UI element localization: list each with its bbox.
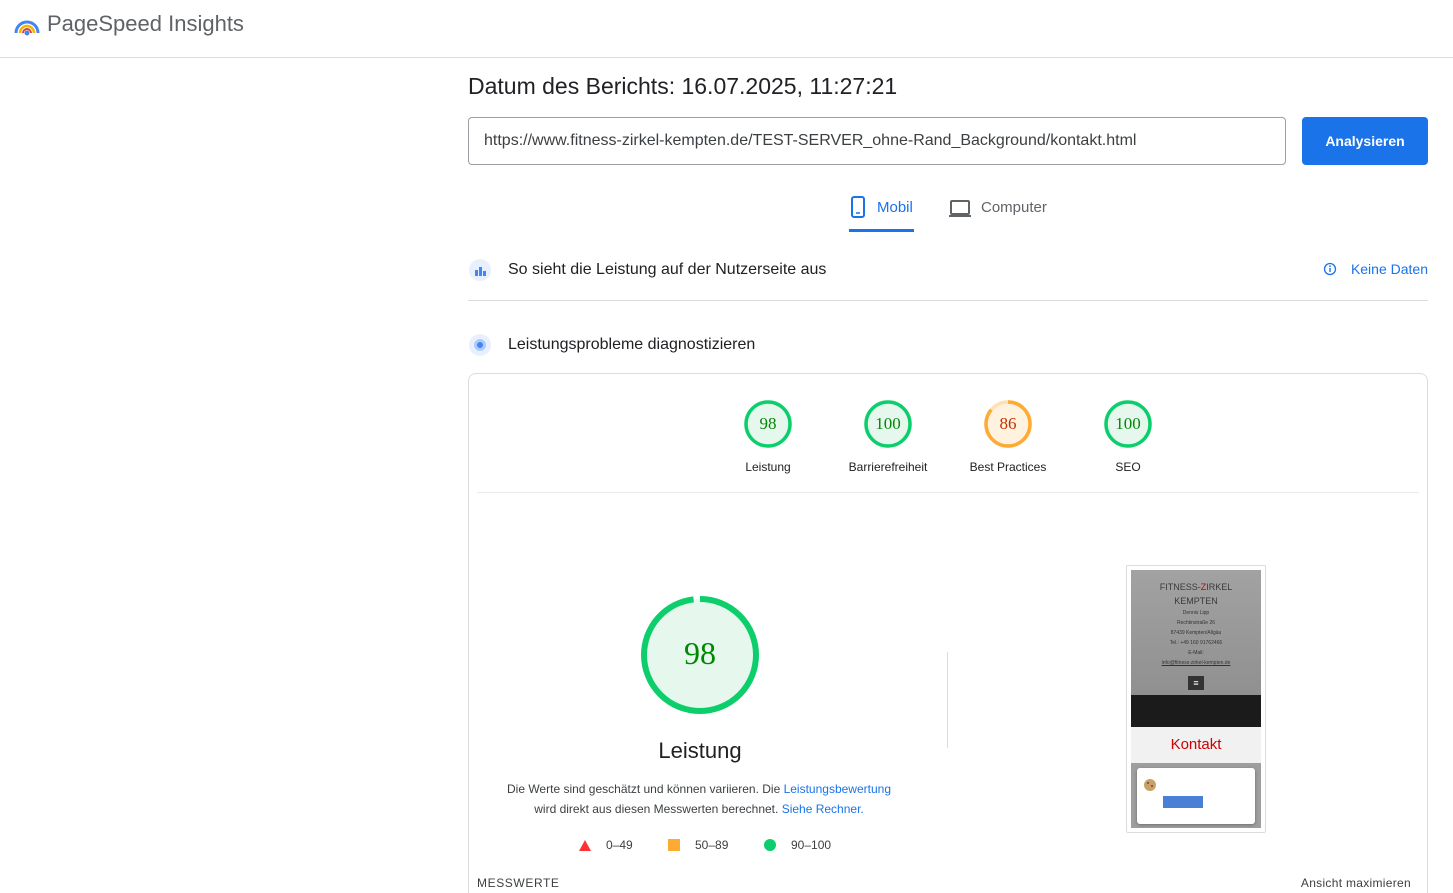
info-icon — [1323, 262, 1337, 276]
gauge-score: 100 — [1115, 414, 1141, 433]
legend-label: 50–89 — [695, 838, 729, 852]
app-title[interactable]: PageSpeed Insights — [47, 11, 244, 37]
vertical-separator — [947, 652, 948, 748]
field-data-title: So sieht die Leistung auf der Nutzerseit… — [508, 261, 827, 278]
users-chart-icon — [469, 259, 491, 281]
gauge-accessibility[interactable]: 100 Barrierefreiheit — [828, 398, 948, 474]
gauge-performance[interactable]: 98 Leistung — [708, 398, 828, 474]
tab-desktop[interactable]: Computer — [949, 194, 1047, 232]
field-data-section: So sieht die Leistung auf der Nutzerseit… — [468, 255, 1428, 285]
tab-mobile[interactable]: Mobil — [849, 194, 914, 232]
legend-fail: 0–49 — [579, 838, 633, 852]
gauge-best-practices[interactable]: 86 Best Practices — [948, 398, 1068, 474]
gauge-label: Leistung — [745, 460, 791, 474]
section-divider — [468, 300, 1428, 301]
gauge-score: 98 — [760, 414, 777, 433]
screenshot-heading: Kontakt — [1131, 727, 1261, 763]
card-divider — [477, 492, 1419, 493]
cookie-accept-button — [1163, 796, 1203, 808]
tab-mobile-label: Mobil — [877, 199, 913, 216]
performance-score: 98 — [684, 635, 716, 671]
screenshot-banner — [1131, 695, 1261, 727]
pagespeed-logo-icon[interactable] — [14, 13, 40, 37]
desc-text-1: Die Werte sind geschätzt und können vari… — [506, 782, 784, 796]
report-date: Datum des Berichts: 16.07.2025, 11:27:21 — [468, 73, 898, 99]
legend-pass: 90–100 — [764, 838, 831, 852]
gauge-ring: 100 — [864, 400, 912, 448]
gauge-score: 86 — [1000, 414, 1017, 433]
legend-average: 50–89 — [668, 838, 728, 852]
gauge-seo[interactable]: 100 SEO — [1068, 398, 1188, 474]
circle-icon — [764, 839, 776, 851]
analyze-button[interactable]: Analysieren — [1302, 117, 1428, 165]
expand-view-toggle[interactable]: Ansicht maximieren — [1301, 876, 1411, 890]
page-screenshot[interactable]: FITNESS-ZIRKEL KEMPTEN Dennis Lipp Recht… — [1126, 565, 1266, 833]
performance-description: Die Werte sind geschätzt und können vari… — [489, 779, 909, 819]
no-data-label: Keine Daten — [1350, 261, 1428, 277]
square-icon — [668, 839, 680, 851]
url-input[interactable] — [468, 117, 1286, 165]
legend-label: 90–100 — [791, 838, 832, 852]
lab-diagnose-icon — [469, 334, 491, 356]
gauge-label: Best Practices — [969, 460, 1047, 474]
leistungsbewertung-link[interactable]: Leistungsbewertung — [784, 782, 891, 796]
gauge-label: Barrierefreiheit — [848, 460, 928, 474]
laptop-icon — [949, 200, 971, 217]
lighthouse-report-card: 98 Leistung 100 Barrierefreiheit 86 Best… — [468, 373, 1428, 893]
performance-label: Leistung — [658, 738, 742, 763]
phone-icon — [851, 196, 865, 218]
gauge-ring: 98 — [744, 400, 792, 448]
lab-data-section: Leistungsprobleme diagnostizieren — [468, 330, 1428, 360]
lab-data-title: Leistungsprobleme diagnostizieren — [508, 336, 756, 353]
gauge-label: SEO — [1115, 460, 1141, 474]
screenshot-content: FITNESS-ZIRKEL KEMPTEN Dennis Lipp Recht… — [1131, 570, 1261, 828]
metrics-heading: MESSWERTE — [477, 876, 560, 890]
triangle-icon — [579, 839, 591, 851]
no-data-link[interactable]: Keine Daten — [1323, 261, 1428, 277]
desc-text-2: wird direkt aus diesen Messwerten berech… — [534, 802, 782, 816]
legend-label: 0–49 — [606, 838, 633, 852]
gauge-score: 100 — [875, 414, 901, 433]
performance-big-gauge: 98 — [641, 596, 759, 714]
app-header: PageSpeed Insights — [0, 0, 1453, 58]
gauge-ring: 86 — [984, 400, 1032, 448]
cookie-icon — [1144, 779, 1156, 791]
gauge-ring: 100 — [1104, 400, 1152, 448]
tab-desktop-label: Computer — [981, 199, 1047, 216]
screenshot-cookie-banner — [1137, 768, 1255, 824]
rechner-link[interactable]: Siehe Rechner. — [782, 802, 864, 816]
hamburger-icon: ≡ — [1188, 676, 1204, 690]
